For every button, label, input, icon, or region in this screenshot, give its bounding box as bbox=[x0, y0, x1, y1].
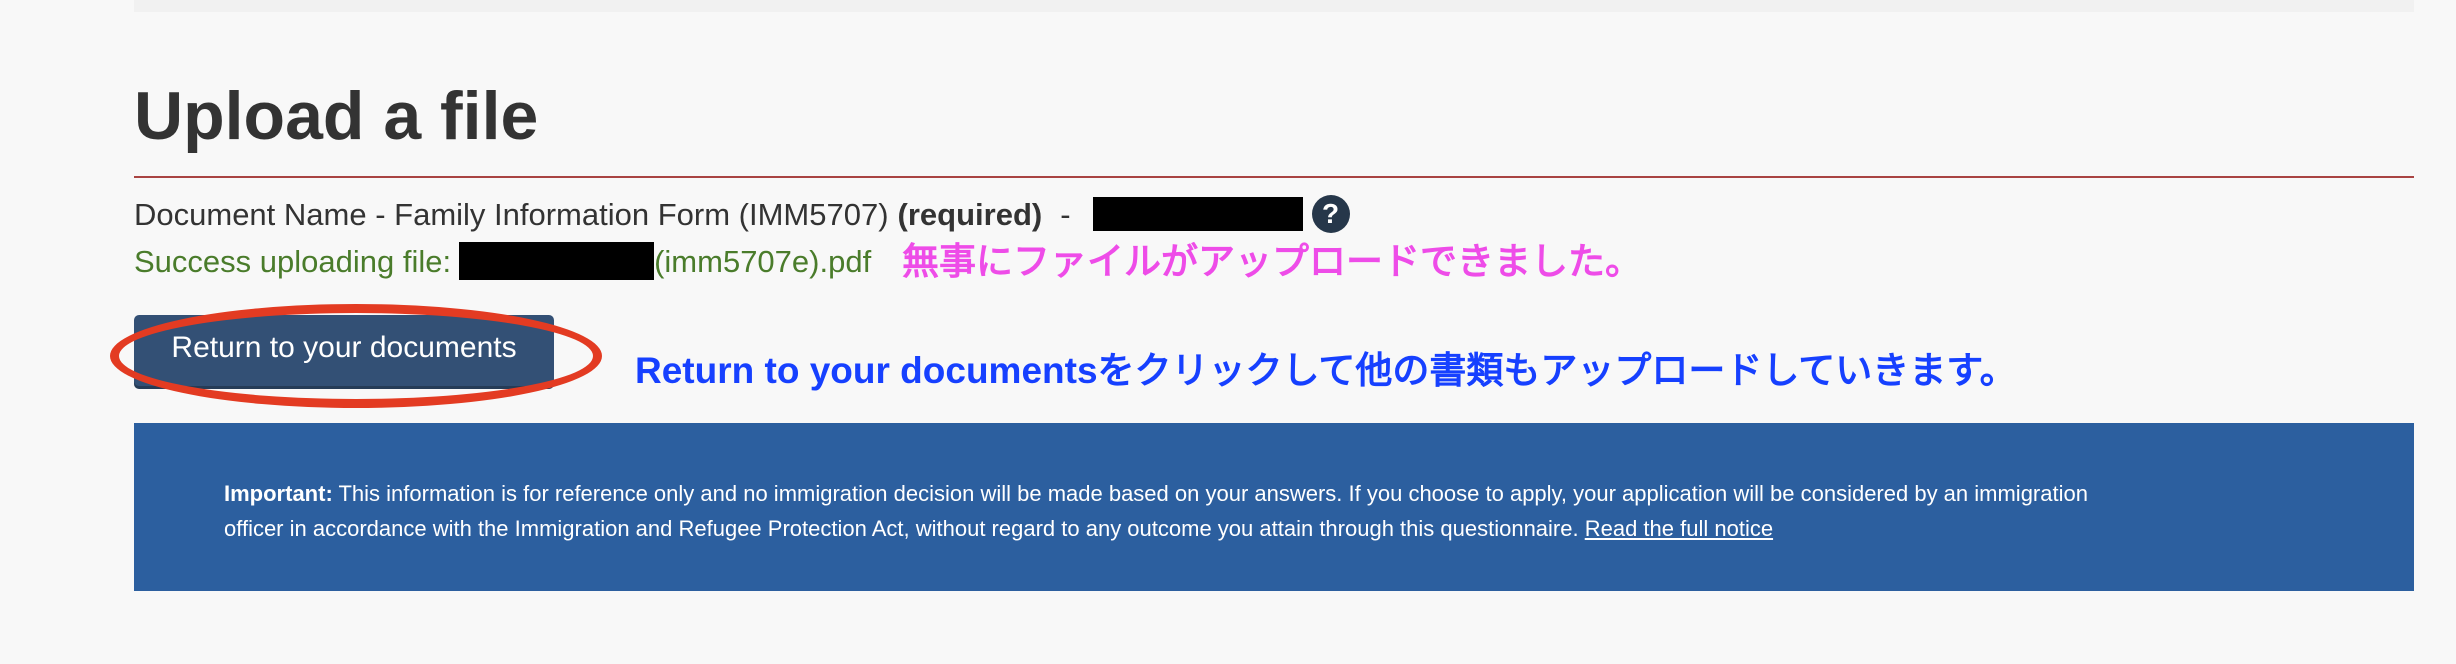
important-notice-panel: Important: This information is for refer… bbox=[134, 423, 2414, 591]
top-background-strip bbox=[134, 0, 2414, 12]
title-divider bbox=[134, 176, 2414, 178]
uploaded-file-suffix: (imm5707e).pdf bbox=[654, 243, 872, 279]
return-to-documents-button[interactable]: Return to your documents bbox=[134, 315, 554, 389]
page-title: Upload a file bbox=[134, 78, 539, 154]
important-label: Important: bbox=[224, 481, 333, 506]
redacted-document-detail bbox=[1092, 197, 1303, 231]
blue-instruction-annotation: Return to your documentsをクリックして他の書類もアップロ… bbox=[635, 349, 2017, 391]
success-uploading-label: Success uploading file: bbox=[134, 243, 452, 279]
required-label: (required) bbox=[897, 196, 1043, 232]
notice-body: This information is for reference only a… bbox=[224, 481, 2088, 541]
pink-success-annotation: 無事にファイルがアップロードできました。 bbox=[902, 240, 1642, 282]
document-separator: - bbox=[1060, 196, 1071, 232]
important-notice-text: Important: This information is for refer… bbox=[224, 476, 2424, 546]
document-name-row: Document Name - Family Information Form … bbox=[134, 193, 1350, 235]
redacted-file-name bbox=[459, 242, 655, 280]
upload-success-message: Success uploading file: (imm5707e).pdf bbox=[134, 239, 871, 283]
question-circle-icon[interactable]: ? bbox=[1311, 195, 1350, 233]
document-name-label: Document Name - Family Information Form … bbox=[134, 196, 889, 232]
read-full-notice-link[interactable]: Read the full notice bbox=[1585, 516, 1773, 541]
